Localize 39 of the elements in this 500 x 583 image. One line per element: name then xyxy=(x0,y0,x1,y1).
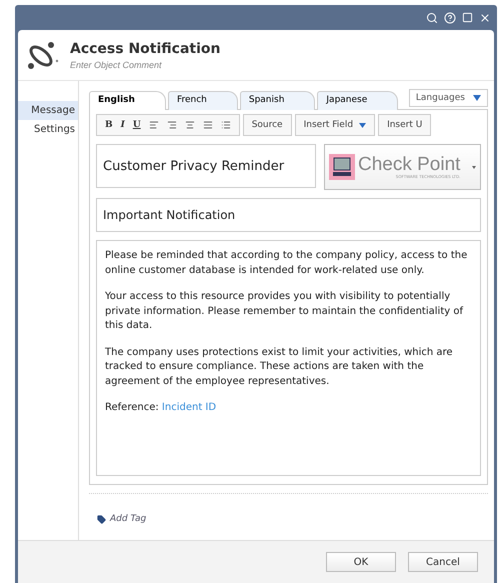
align-left-icon[interactable] xyxy=(148,120,159,130)
align-right-icon[interactable] xyxy=(166,120,177,130)
format-button[interactable]: B xyxy=(105,120,113,130)
message-paragraph: The company uses protections exist to limit your activities, which are tracked to ensure compliance. These actions are taken with the agreement of the employee representatives. xyxy=(105,346,454,388)
format-button[interactable]: U xyxy=(132,120,141,130)
languages-dropdown[interactable]: Languages xyxy=(408,89,488,107)
satellite-icon[interactable] xyxy=(26,39,60,71)
message-editor[interactable] xyxy=(96,240,481,476)
language-tab[interactable]: French xyxy=(168,91,238,110)
search-icon[interactable] xyxy=(426,12,438,24)
subject-field[interactable]: Important Notification xyxy=(96,198,481,232)
message-paragraph: Your access to this resource provides you with visibility to potentially private information. Please remember to maintain the confidentiality of this data. xyxy=(105,290,464,333)
logo-name: Check Point xyxy=(358,155,460,174)
dialog-button[interactable]: OK xyxy=(326,552,396,572)
dialog-button[interactable]: Cancel xyxy=(408,552,478,572)
reference-line: Reference: Incident ID xyxy=(105,401,218,415)
close-icon[interactable] xyxy=(479,12,491,24)
tag-icon xyxy=(97,514,106,524)
toolbar-button[interactable]: Source xyxy=(242,114,292,136)
sidebar-item[interactable]: Settings xyxy=(18,120,78,139)
language-tab[interactable]: Japanese xyxy=(317,91,398,110)
object-title: Access Notification xyxy=(70,40,222,56)
align-justify-icon[interactable] xyxy=(202,120,213,130)
language-tab[interactable]: English xyxy=(89,91,166,110)
caret-icon xyxy=(359,122,366,128)
align-center-icon[interactable] xyxy=(184,120,195,130)
add-tag-link[interactable]: Add Tag xyxy=(110,514,146,524)
computer-logo-icon xyxy=(329,154,355,180)
maximize-icon[interactable] xyxy=(462,12,473,23)
title-field[interactable]: Customer Privacy Reminder xyxy=(96,144,316,188)
help-icon[interactable] xyxy=(444,12,456,24)
caret-icon xyxy=(472,166,476,168)
message-paragraph: Please be reminded that according to the company policy, access to the online customer database is intended for work-related use only. xyxy=(105,249,468,278)
format-button[interactable]: I xyxy=(120,120,125,130)
sidebar-item[interactable]: Message xyxy=(18,101,78,120)
language-tab[interactable]: Spanish xyxy=(240,91,316,110)
caret-icon xyxy=(473,95,481,101)
toolbar-button[interactable]: Insert U xyxy=(378,114,432,136)
toolbar-button[interactable]: Insert Field xyxy=(294,114,376,136)
